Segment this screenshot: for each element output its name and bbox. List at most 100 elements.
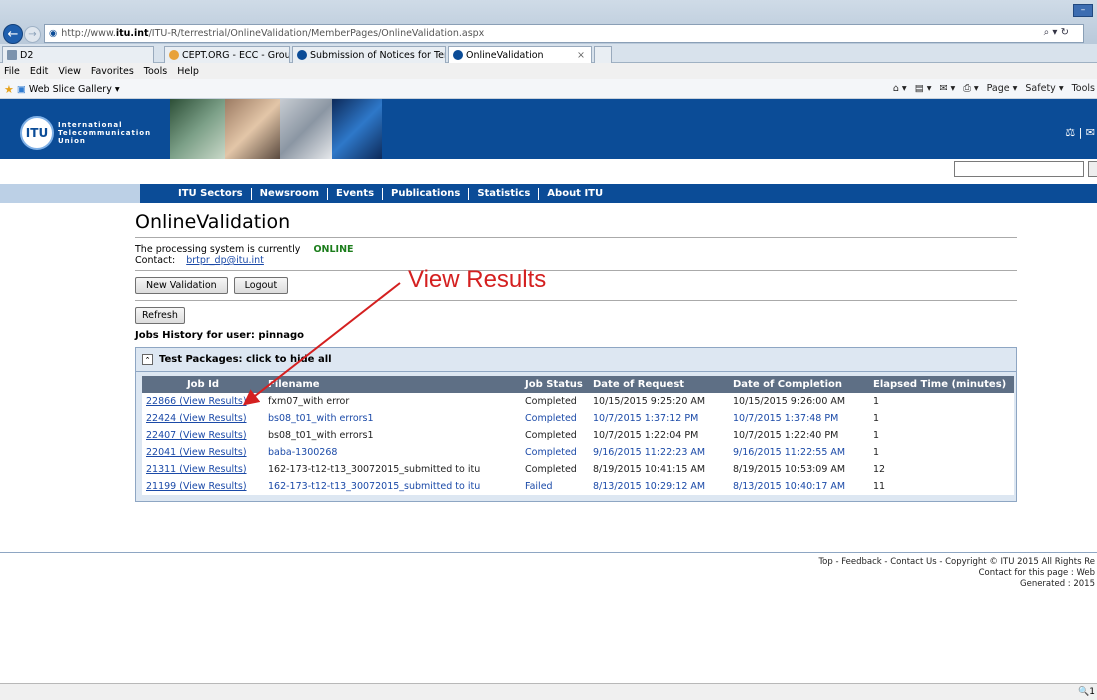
status-cell: Failed [525, 481, 553, 492]
view-results-link[interactable]: 22407 (View Results) [142, 427, 264, 444]
close-tab-icon[interactable]: × [577, 50, 585, 61]
address-bar[interactable]: ◉ http://www. itu.int/ITU-R/terrestrial/O… [44, 24, 1084, 43]
packages-header-label: Test Packages: click to hide all [159, 354, 332, 365]
table-row: 22866 (View Results) fxm07_with error Comp… [142, 393, 1014, 410]
tab-onlinevalidation[interactable]: OnlineValidation × [448, 46, 592, 63]
tools-menu[interactable]: Tools [1072, 83, 1095, 94]
tab-d2[interactable]: D2 [2, 46, 154, 63]
status-badge: ONLINE [313, 244, 354, 255]
web-slice-gallery-link[interactable]: Web Slice Gallery ▾ [29, 84, 120, 95]
status-cell: Completed [525, 447, 577, 458]
menu-favorites[interactable]: Favorites [91, 66, 134, 77]
divider [135, 237, 1017, 238]
zoom-level[interactable]: 🔍1 [1078, 687, 1095, 697]
view-results-link[interactable]: 22424 (View Results) [142, 410, 264, 427]
completion-date-cell: 8/19/2015 10:53:09 AM [733, 464, 846, 475]
nav-itu-sectors[interactable]: ITU Sectors [170, 187, 252, 200]
menu-file[interactable]: File [4, 66, 20, 77]
filename-cell: fxm07_with error [268, 396, 350, 407]
col-date-completion: Date of Completion [729, 376, 869, 393]
col-date-request: Date of Request [589, 376, 729, 393]
col-elapsed: Elapsed Time (minutes) [869, 376, 1014, 393]
print-icon[interactable]: ⎙ ▾ [963, 83, 978, 94]
filename-cell: 162-173-t12-t13_30072015_submitted to it… [268, 464, 481, 475]
nav-newsroom[interactable]: Newsroom [252, 187, 329, 200]
nav-statistics[interactable]: Statistics [469, 187, 540, 200]
nav-events[interactable]: Events [328, 187, 384, 200]
filename-cell: 162-173-t12-t13_30072015_submitted to it… [268, 481, 481, 492]
tab-submission[interactable]: Submission of Notices for Terr... [292, 46, 446, 63]
elapsed-cell: 1 [873, 447, 880, 458]
tab-row: D2 CEPT.ORG - ECC - Groups - EC... Submi… [0, 44, 1097, 63]
request-date-cell: 8/19/2015 10:41:15 AM [593, 464, 706, 475]
elapsed-cell: 11 [873, 481, 886, 492]
banner-image [170, 99, 225, 159]
forward-button[interactable]: → [24, 26, 41, 43]
nav-about-itu[interactable]: About ITU [539, 188, 611, 200]
new-tab-button[interactable] [594, 46, 612, 63]
mail-icon[interactable]: ✉ ▾ [939, 83, 955, 94]
home-icon[interactable]: ⌂ ▾ [893, 83, 907, 94]
status-cell: Completed [525, 430, 577, 441]
tab-cept[interactable]: CEPT.ORG - ECC - Groups - EC... [164, 46, 290, 63]
refresh-button[interactable]: Refresh [135, 307, 185, 324]
safety-menu[interactable]: Safety ▾ [1025, 83, 1063, 94]
view-results-link[interactable]: 21199 (View Results) [142, 478, 264, 495]
table-row: 21311 (View Results) 162-173-t12-t13_3007… [142, 461, 1014, 478]
page-icon [7, 50, 17, 60]
banner-image [332, 99, 382, 159]
menu-view[interactable]: View [58, 66, 81, 77]
back-button[interactable]: ← [3, 24, 23, 44]
back-arrow-icon: ← [7, 26, 19, 42]
table-row: 21199 (View Results) 162-173-t12-t13_3007… [142, 478, 1014, 495]
forward-arrow-icon: → [28, 29, 37, 40]
address-search-refresh-icons[interactable]: ⌕ ▾ ↻ [1044, 27, 1069, 38]
menu-help[interactable]: Help [177, 66, 199, 77]
itu-favicon-icon [453, 50, 463, 60]
filename-cell: bs08_t01_with errors1 [268, 413, 374, 424]
logo-line: Union [58, 137, 86, 145]
nav-publications[interactable]: Publications [383, 187, 470, 200]
banner-image [225, 99, 280, 159]
page-menu[interactable]: Page ▾ [987, 83, 1018, 94]
ie-icon [169, 50, 179, 60]
packages-header[interactable]: ⌃ Test Packages: click to hide all [136, 348, 1016, 372]
favorites-star-icon[interactable]: ★ [4, 83, 14, 96]
footer-generated: Generated : 2015 [1020, 579, 1095, 589]
menu-edit[interactable]: Edit [30, 66, 48, 77]
logo-line: International [58, 121, 123, 129]
new-validation-button[interactable]: New Validation [135, 277, 228, 294]
jobs-history-label: Jobs History for user: pinnago [135, 330, 305, 341]
logout-button[interactable]: Logout [233, 277, 289, 294]
completion-date-cell: 9/16/2015 11:22:55 AM [733, 447, 846, 458]
site-search-button[interactable] [1088, 161, 1097, 177]
view-results-link[interactable]: 21311 (View Results) [142, 461, 264, 478]
site-search-input[interactable] [954, 161, 1084, 177]
main-content: OnlineValidation The processing system i… [135, 203, 1017, 502]
status-cell: Completed [525, 396, 577, 407]
menu-tools[interactable]: Tools [144, 66, 167, 77]
feeds-icon[interactable]: ▤ ▾ [915, 83, 932, 94]
filename-cell: baba-1300268 [268, 447, 338, 458]
view-results-link[interactable]: 22866 (View Results) [142, 393, 264, 410]
table-row: 22407 (View Results) bs08_t01_with errors… [142, 427, 1014, 444]
filename-cell: bs08_t01_with errors1 [268, 430, 374, 441]
view-results-link[interactable]: 22041 (View Results) [142, 444, 264, 461]
table-header-row: Job Id Filename Job Status Date of Reque… [142, 376, 1014, 393]
completion-date-cell: 10/15/2015 9:26:00 AM [733, 396, 846, 407]
tab-label: D2 [20, 49, 34, 61]
header-links[interactable]: ⚖ | ✉ [1065, 126, 1095, 139]
footer-links[interactable]: Top - Feedback - Contact Us - Copyright … [818, 557, 1095, 568]
jobs-table: Job Id Filename Job Status Date of Reque… [142, 376, 1014, 495]
itu-favicon-icon [297, 50, 307, 60]
request-date-cell: 9/16/2015 11:22:23 AM [593, 447, 706, 458]
status-cell: Completed [525, 464, 577, 475]
footer: Top - Feedback - Contact Us - Copyright … [818, 557, 1095, 590]
tab-label: OnlineValidation [466, 49, 544, 61]
minimize-button[interactable]: – [1073, 4, 1093, 17]
divider [135, 300, 1017, 301]
collapse-icon[interactable]: ⌃ [142, 354, 153, 365]
contact-email-link[interactable]: brtpr_dp@itu.int [186, 255, 264, 266]
footer-divider [0, 552, 1097, 553]
itu-logo[interactable]: ITU International Telecommunication Unio… [20, 116, 151, 150]
